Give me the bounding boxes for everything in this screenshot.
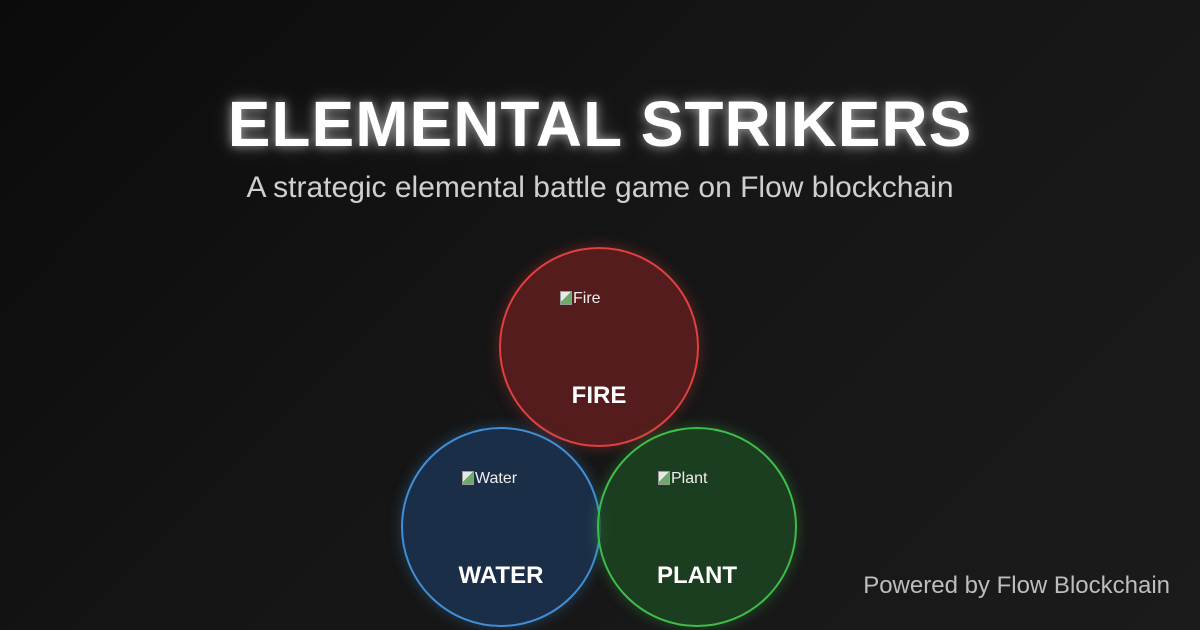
broken-image-icon [560,291,572,305]
fire-image: Fire [560,290,601,308]
plant-image-alt: Plant [671,470,708,487]
fire-element-circle: Fire FIRE [499,247,699,447]
plant-image: Plant [658,470,707,488]
water-label: WATER [458,562,544,589]
page: ELEMENTAL STRIKERS A strategic elemental… [0,0,1200,630]
page-subtitle: A strategic elemental battle game on Flo… [246,171,954,204]
fire-label: FIRE [571,382,627,409]
fire-image-alt: Fire [573,290,601,307]
plant-label: PLANT [657,562,737,589]
plant-element-circle: Plant PLANT [597,427,797,627]
water-image: Water [462,470,517,488]
broken-image-icon [658,471,670,485]
water-image-alt: Water [475,470,518,487]
page-title: ELEMENTAL STRIKERS [227,87,973,160]
water-element-circle: Water WATER [401,427,601,627]
powered-by-text: Powered by Flow Blockchain [863,572,1170,599]
broken-image-icon [462,471,474,485]
